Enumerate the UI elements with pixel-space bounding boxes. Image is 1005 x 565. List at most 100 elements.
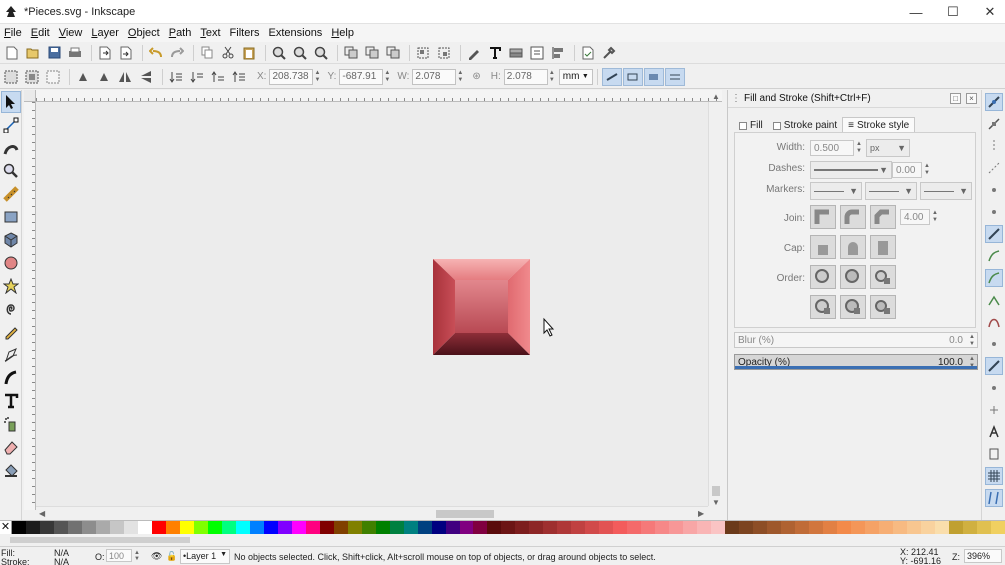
- rotate-ccw-icon[interactable]: [74, 68, 92, 86]
- raise-to-top-icon[interactable]: [230, 68, 248, 86]
- unit-select[interactable]: mm ▼: [558, 68, 593, 85]
- rotate-cw-icon[interactable]: [95, 68, 113, 86]
- color-swatch[interactable]: [333, 521, 348, 535]
- stroke-indicator-value[interactable]: N/A: [54, 557, 69, 565]
- color-swatch[interactable]: [151, 521, 166, 535]
- node-tool-icon[interactable]: [1, 114, 21, 136]
- align-distribute-icon[interactable]: [549, 44, 567, 62]
- dashes-select[interactable]: ▼: [810, 161, 892, 179]
- color-swatch[interactable]: [543, 521, 558, 535]
- horizontal-ruler[interactable]: [36, 90, 722, 102]
- round-join-icon[interactable]: [840, 205, 866, 229]
- square-cap-icon[interactable]: [870, 235, 896, 259]
- preferences-icon[interactable]: [600, 44, 618, 62]
- select-all-icon[interactable]: [2, 68, 20, 86]
- color-swatch[interactable]: [12, 521, 26, 535]
- color-swatch[interactable]: [934, 521, 949, 535]
- raise-icon[interactable]: [209, 68, 227, 86]
- redo-icon[interactable]: [168, 44, 186, 62]
- x-field[interactable]: 208.738: [269, 68, 314, 85]
- color-swatch[interactable]: [641, 521, 656, 535]
- snap-object-centers-icon[interactable]: [985, 379, 1003, 397]
- order-stroke-fill-markers-icon[interactable]: [840, 265, 866, 289]
- zoom-drawing-icon[interactable]: [291, 44, 309, 62]
- snap-bbox-midpoints-icon[interactable]: [985, 181, 1003, 199]
- order-stroke-markers-fill-icon[interactable]: [840, 295, 866, 319]
- flip-vertical-icon[interactable]: [137, 68, 155, 86]
- snap-guides-icon[interactable]: [985, 489, 1003, 507]
- color-swatch[interactable]: [683, 521, 698, 535]
- scroll-right-icon[interactable]: ▶: [698, 509, 704, 518]
- color-swatch[interactable]: [557, 521, 572, 535]
- duplicate-icon[interactable]: [342, 44, 360, 62]
- color-swatch[interactable]: [711, 521, 726, 535]
- color-swatch[interactable]: [795, 521, 810, 535]
- color-swatch[interactable]: [613, 521, 628, 535]
- x-spinner[interactable]: ▲ ▼: [313, 69, 321, 85]
- color-swatch[interactable]: [990, 521, 1005, 535]
- order-markers-stroke-fill-icon[interactable]: [870, 295, 896, 319]
- menu-item[interactable]: View: [55, 27, 88, 39]
- color-swatch[interactable]: [529, 521, 544, 535]
- document-properties-icon[interactable]: [579, 44, 597, 62]
- scroll-left-icon[interactable]: ◀: [39, 509, 45, 518]
- undo-icon[interactable]: [147, 44, 165, 62]
- ellipse-tool-icon[interactable]: [1, 252, 21, 274]
- lower-to-bottom-icon[interactable]: [167, 68, 185, 86]
- color-swatch[interactable]: [823, 521, 838, 535]
- snap-bbox-corners-icon[interactable]: [985, 159, 1003, 177]
- layer-lock-icon[interactable]: 🔓: [166, 551, 177, 562]
- color-swatch[interactable]: [585, 521, 600, 535]
- cut-icon[interactable]: [219, 44, 237, 62]
- selector-tool-icon[interactable]: [1, 91, 21, 113]
- spray-tool-icon[interactable]: [1, 413, 21, 435]
- color-swatch[interactable]: [95, 521, 110, 535]
- zoom-tool-icon[interactable]: [1, 160, 21, 182]
- scale-stroke-toggle-icon[interactable]: [601, 67, 622, 86]
- color-swatch[interactable]: [865, 521, 880, 535]
- color-swatch[interactable]: [655, 521, 670, 535]
- opacity-slider[interactable]: Opacity (%) 100.0 ▲▼: [734, 354, 978, 370]
- color-swatch[interactable]: [431, 521, 446, 535]
- start-marker-select[interactable]: ▼: [810, 182, 862, 200]
- dash-offset-spinner[interactable]: ▲ ▼: [923, 162, 931, 178]
- color-swatch[interactable]: [109, 521, 124, 535]
- select-all-layers-icon[interactable]: [23, 68, 41, 86]
- pencil-tool-icon[interactable]: [1, 321, 21, 343]
- butt-cap-icon[interactable]: [810, 235, 836, 259]
- color-swatch[interactable]: [907, 521, 921, 535]
- tab-stroke-style[interactable]: ≡ Stroke style: [842, 117, 916, 133]
- color-swatch[interactable]: [221, 521, 236, 535]
- palette-scrollbar[interactable]: [0, 534, 1005, 546]
- no-paint-swatch[interactable]: ✕: [0, 521, 12, 535]
- color-swatch[interactable]: [389, 521, 404, 535]
- open-document-icon[interactable]: [24, 44, 42, 62]
- color-swatch[interactable]: [473, 521, 488, 535]
- color-swatch[interactable]: [697, 521, 712, 535]
- miter-join-icon[interactable]: [810, 205, 836, 229]
- snap-others-icon[interactable]: [985, 357, 1003, 375]
- scale-corners-toggle-icon[interactable]: [622, 67, 643, 86]
- xml-editor-icon[interactable]: [528, 44, 546, 62]
- pen-tool-icon[interactable]: [1, 344, 21, 366]
- palette-scroll-thumb[interactable]: [10, 537, 190, 543]
- color-swatch[interactable]: [417, 521, 432, 535]
- menu-item[interactable]: File: [0, 27, 27, 39]
- tweak-tool-icon[interactable]: [1, 137, 21, 159]
- layers-dialog-icon[interactable]: [507, 44, 525, 62]
- text-tool-icon[interactable]: [1, 390, 21, 412]
- vertical-ruler[interactable]: [24, 102, 36, 510]
- eraser-tool-icon[interactable]: [1, 436, 21, 458]
- color-swatch[interactable]: [277, 521, 292, 535]
- color-swatch[interactable]: [137, 521, 152, 535]
- width-unit-select[interactable]: px ▼: [866, 139, 910, 157]
- menu-item[interactable]: Help: [327, 27, 359, 39]
- zoom-selection-icon[interactable]: [270, 44, 288, 62]
- paste-icon[interactable]: [240, 44, 258, 62]
- snap-page-border-icon[interactable]: [985, 445, 1003, 463]
- snap-nodes-icon[interactable]: [985, 225, 1003, 243]
- measure-tool-icon[interactable]: [1, 183, 21, 205]
- minimize-button[interactable]: —: [898, 0, 934, 24]
- spiral-tool-icon[interactable]: [1, 298, 21, 320]
- color-swatch[interactable]: [459, 521, 474, 535]
